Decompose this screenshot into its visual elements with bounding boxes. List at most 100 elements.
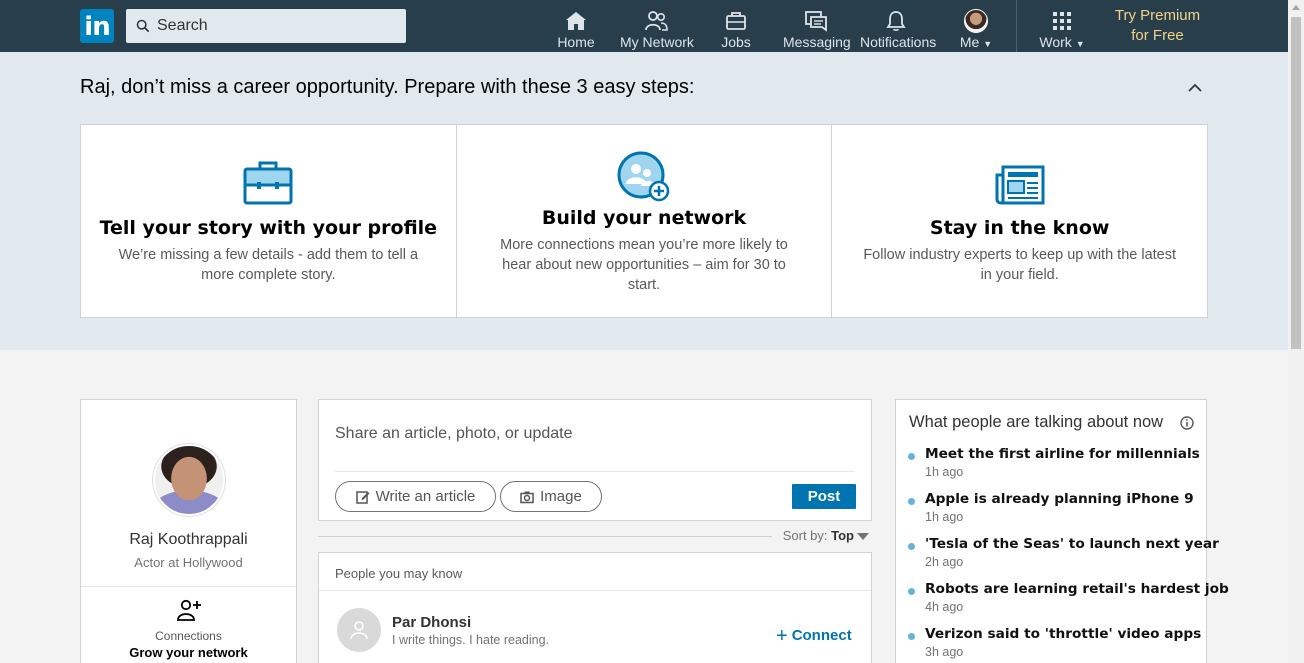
- news-title: What people are talking about now: [909, 413, 1164, 431]
- news-headline[interactable]: Meet the first airline for millennials: [925, 446, 1200, 462]
- step-news-title: Stay in the know: [929, 217, 1110, 239]
- share-input[interactable]: [335, 425, 835, 443]
- try-premium-link[interactable]: Try Premium for Free: [1100, 6, 1215, 46]
- chevron-up-icon[interactable]: [1187, 80, 1203, 96]
- write-article-label: Write an article: [375, 488, 476, 505]
- news-headline[interactable]: Robots are learning retail's hardest job: [925, 581, 1229, 597]
- divider: [319, 590, 871, 591]
- news-age: 2h ago: [925, 555, 964, 569]
- pymk-title: People you may know: [335, 566, 463, 581]
- career-banner: Raj, don’t miss a career opportunity. Pr…: [0, 52, 1288, 350]
- search-icon: [136, 19, 150, 33]
- banner-title: Raj, don’t miss a career opportunity. Pr…: [80, 76, 695, 98]
- news-headline[interactable]: 'Tesla of the Seas' to launch next year: [925, 536, 1219, 552]
- add-person-icon[interactable]: [177, 599, 201, 621]
- nav-divider: [1016, 0, 1017, 52]
- divider: [335, 471, 855, 472]
- bullet-icon: [908, 588, 915, 595]
- nav-my-network-label: My Network: [620, 34, 694, 50]
- grow-network-link[interactable]: Grow your network: [81, 645, 296, 660]
- nav-me[interactable]: Me ▼: [956, 0, 996, 52]
- bullet-icon: [908, 543, 915, 550]
- plus-icon: +: [776, 625, 788, 647]
- nav-home[interactable]: Home: [556, 0, 596, 52]
- edit-icon: [355, 490, 370, 504]
- camera-icon: [520, 491, 534, 503]
- nav-notifications-label: Notifications: [860, 34, 937, 50]
- bullet-icon: [908, 498, 915, 505]
- briefcase-icon: [243, 161, 293, 205]
- nav-jobs[interactable]: Jobs: [716, 0, 756, 52]
- connect-label: Connect: [791, 627, 852, 644]
- newspaper-icon: [995, 165, 1045, 205]
- news-card: What people are talking about now Meet t…: [895, 399, 1229, 663]
- premium-line2: for Free: [1131, 27, 1184, 44]
- step-profile-text: We’re missing a few details - add them t…: [118, 247, 419, 283]
- news-age: 1h ago: [925, 465, 964, 479]
- pymk-person-name[interactable]: Par Dhonsi: [392, 614, 471, 631]
- page-scrollbar[interactable]: [1288, 0, 1304, 663]
- sort-value[interactable]: Top: [831, 528, 854, 543]
- step-news[interactable]: Stay in the know Follow industry experts…: [832, 125, 1207, 317]
- pymk-person-headline: I write things. I hate reading.: [392, 633, 550, 647]
- news-age: 4h ago: [925, 600, 964, 614]
- step-profile-title: Tell your story with your profile: [99, 217, 438, 239]
- messaging-icon: [805, 11, 827, 32]
- nav-my-network[interactable]: My Network: [620, 0, 694, 52]
- step-network-title: Build your network: [541, 207, 747, 229]
- nav-work-label: Work: [1039, 34, 1072, 50]
- divider: [81, 586, 296, 587]
- share-box: Write an article Image Post: [318, 399, 872, 521]
- grid-icon: [1053, 12, 1071, 30]
- caret-down-icon: ▼: [983, 39, 993, 49]
- nav-notifications[interactable]: Notifications: [860, 0, 937, 52]
- news-headline[interactable]: Verizon said to 'throttle' video apps: [925, 626, 1201, 642]
- scroll-up-arrow-icon[interactable]: [1292, 5, 1300, 10]
- people-you-may-know-card: People you may know Par Dhonsi I write t…: [318, 552, 872, 663]
- nav-home-label: Home: [557, 34, 595, 50]
- sort-label: Sort by:: [782, 528, 828, 543]
- nav-jobs-label: Jobs: [721, 34, 751, 50]
- connect-button[interactable]: + Connect: [776, 625, 852, 648]
- nav-work[interactable]: Work ▼: [1038, 0, 1086, 52]
- connections-label[interactable]: Connections: [81, 629, 296, 643]
- premium-line1: Try Premium: [1114, 7, 1201, 24]
- step-network-text: More connections mean you’re more likely…: [500, 237, 788, 293]
- write-article-button[interactable]: Write an article: [335, 481, 496, 512]
- caret-down-icon[interactable]: [857, 533, 869, 540]
- profile-card: Raj Koothrappali Actor at Hollywood Conn…: [80, 399, 297, 663]
- add-connection-icon: [617, 151, 670, 202]
- career-steps: Tell your story with your profile We’re …: [80, 124, 1208, 318]
- image-label: Image: [540, 488, 582, 505]
- image-button[interactable]: Image: [500, 481, 602, 512]
- nav-messaging[interactable]: Messaging: [783, 0, 851, 52]
- top-nav-bar: in Home My Network Jobs Messaging Notifi…: [0, 0, 1288, 52]
- info-icon[interactable]: [1180, 416, 1194, 430]
- step-profile[interactable]: Tell your story with your profile We’re …: [81, 125, 457, 317]
- linkedin-logo[interactable]: in: [80, 9, 114, 43]
- search-box[interactable]: [126, 9, 406, 43]
- bullet-icon: [908, 633, 915, 640]
- profile-photo[interactable]: [153, 444, 225, 516]
- caret-down-icon: ▼: [1075, 39, 1085, 49]
- news-headline[interactable]: Apple is already planning iPhone 9: [925, 491, 1194, 507]
- divider: [318, 536, 772, 537]
- bullet-icon: [908, 453, 915, 460]
- step-news-text: Follow industry experts to keep up with …: [863, 247, 1177, 283]
- profile-name[interactable]: Raj Koothrappali: [81, 531, 296, 549]
- bell-icon: [886, 11, 906, 31]
- network-icon: [645, 11, 668, 31]
- nav-me-label: Me: [959, 34, 980, 50]
- profile-headline: Actor at Hollywood: [134, 555, 243, 570]
- person-placeholder-icon: [350, 621, 368, 640]
- search-input[interactable]: [157, 17, 397, 35]
- avatar[interactable]: [337, 608, 381, 652]
- post-button[interactable]: Post: [792, 484, 856, 509]
- step-network[interactable]: Build your network More connections mean…: [457, 125, 833, 317]
- news-age: 3h ago: [925, 645, 964, 659]
- scrollbar-thumb[interactable]: [1291, 17, 1301, 349]
- nav-messaging-label: Messaging: [783, 34, 851, 50]
- home-icon: [566, 12, 586, 30]
- avatar: [964, 9, 988, 33]
- sort-control[interactable]: Sort by: Top: [318, 527, 872, 545]
